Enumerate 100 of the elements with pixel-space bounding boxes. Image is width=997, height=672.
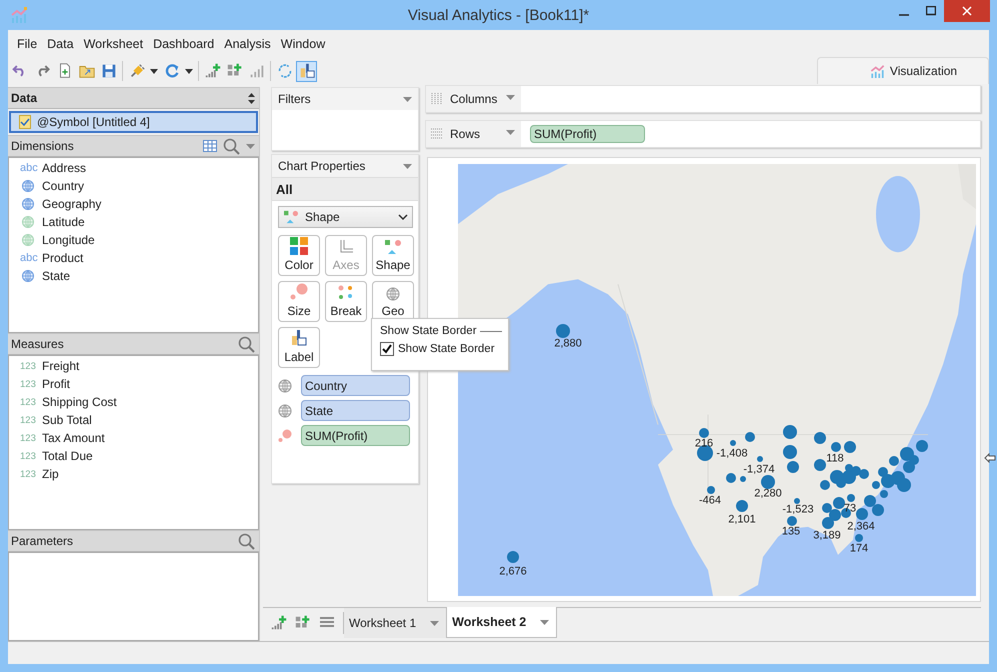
- measure-item[interactable]: 123 Zip: [9, 465, 258, 483]
- menu-item[interactable]: File: [12, 37, 42, 51]
- worksheet-tab[interactable]: Worksheet 1: [344, 608, 446, 638]
- type-tag: 123: [20, 450, 37, 462]
- value-label: 73: [844, 504, 856, 514]
- menu-item[interactable]: Analysis: [219, 37, 276, 51]
- resize-arrow-icon[interactable]: [984, 453, 996, 463]
- measure-item[interactable]: 123 Total Due: [9, 447, 258, 465]
- shape-property-button[interactable]: Shape: [372, 235, 414, 276]
- panel-title: Filters: [278, 92, 311, 106]
- label-property-button[interactable]: Label: [278, 327, 320, 368]
- panel-title: Data: [11, 91, 38, 105]
- field-pill[interactable]: SUM(Profit): [530, 125, 645, 143]
- shapes-icon: [384, 239, 402, 255]
- app-logo-icon: [10, 6, 28, 24]
- dimension-item[interactable]: Geography: [9, 195, 258, 213]
- caret-icon: [540, 620, 550, 624]
- table-icon[interactable]: [203, 140, 217, 152]
- panel-title: Measures: [11, 337, 64, 351]
- dimension-item[interactable]: State: [9, 267, 258, 285]
- measure-item[interactable]: 123 Freight: [9, 357, 258, 375]
- save-icon: [100, 62, 118, 80]
- value-label: -1,523: [782, 504, 814, 516]
- menu-item[interactable]: Worksheet: [78, 37, 148, 51]
- panel-title: Dimensions: [11, 139, 74, 153]
- dimension-item[interactable]: Longitude: [9, 231, 258, 249]
- sort-arrows-icon[interactable]: [248, 92, 255, 104]
- shelf-label: Rows: [426, 121, 521, 147]
- data-source-item[interactable]: @Symbol [Untitled 4]: [9, 111, 258, 133]
- minimize-icon: [898, 14, 908, 16]
- field-pill[interactable]: State: [301, 400, 410, 421]
- close-button[interactable]: [944, 0, 990, 22]
- popup-title: Show State Border: [380, 325, 477, 337]
- search-icon[interactable]: [223, 138, 240, 154]
- worksheet-tab[interactable]: Worksheet 2: [446, 607, 558, 638]
- measure-item[interactable]: 123 Sub Total: [9, 411, 258, 429]
- dropdown-caret-icon: [403, 164, 412, 168]
- panel-title: Parameters: [11, 534, 74, 548]
- globe-icon: [386, 287, 400, 301]
- dropdown-caret-icon: [506, 95, 515, 100]
- measure-item[interactable]: 123 Shipping Cost: [9, 393, 258, 411]
- field-pill[interactable]: SUM(Profit): [301, 425, 410, 446]
- menu-item[interactable]: Data: [42, 37, 79, 51]
- dropdown-caret-icon: [403, 96, 412, 102]
- search-icon[interactable]: [238, 336, 255, 352]
- menu-item[interactable]: Dashboard: [148, 37, 220, 51]
- close-icon: [962, 6, 972, 16]
- type-tag: 123: [20, 378, 37, 390]
- value-label: 2,364: [847, 522, 875, 532]
- value-label: 216: [694, 438, 714, 450]
- size-dots-icon: [278, 428, 292, 442]
- type-tag: abc: [20, 252, 37, 264]
- globe-icon: [22, 270, 34, 282]
- size-property-button[interactable]: Size: [278, 281, 320, 322]
- visualization-tab[interactable]: Visualization: [817, 57, 989, 84]
- color-property-button[interactable]: Color: [278, 235, 320, 276]
- globe-icon: [278, 404, 292, 418]
- dimension-item[interactable]: abc Address: [9, 159, 258, 177]
- caret-icon: [185, 68, 193, 74]
- state-border-checkbox[interactable]: Show State Border: [380, 342, 502, 356]
- value-label: 2,880: [554, 338, 582, 350]
- shelf-label: Columns: [426, 86, 521, 112]
- value-label: 118: [826, 454, 844, 464]
- checklist-icon: [19, 115, 31, 129]
- list-icon: [319, 616, 335, 630]
- measure-item[interactable]: 123 Tax Amount: [9, 429, 258, 447]
- value-label: 2,676: [499, 566, 527, 578]
- label-chart-icon: [291, 329, 307, 347]
- label-view-button[interactable]: [296, 60, 317, 82]
- value-label: -1,408: [716, 448, 748, 460]
- maximize-icon: [926, 6, 936, 16]
- dropdown-caret-icon: [506, 130, 515, 135]
- search-icon[interactable]: [238, 532, 255, 550]
- field-pill[interactable]: Country: [301, 375, 410, 396]
- dimension-item[interactable]: Latitude: [9, 213, 258, 231]
- add-chart-button[interactable]: [270, 614, 288, 632]
- measure-item[interactable]: 123 Profit: [9, 375, 258, 393]
- type-tag: 123: [20, 396, 37, 408]
- mark-type-dropdown[interactable]: Shape: [278, 206, 413, 228]
- dimension-item[interactable]: Country: [9, 177, 258, 195]
- globe-icon: [22, 216, 34, 228]
- menu-item[interactable]: Window: [276, 37, 330, 51]
- type-tag: 123: [20, 468, 37, 480]
- window-title: Visual Analytics - [Book11]*: [408, 7, 590, 24]
- globe-icon: [278, 378, 292, 392]
- data-bubble[interactable]: [697, 445, 713, 461]
- shelf-icon: [430, 92, 444, 106]
- type-tag: abc: [20, 162, 37, 174]
- dimension-item[interactable]: abc Product: [9, 249, 258, 267]
- dropdown-caret-icon[interactable]: [246, 144, 255, 148]
- caret-icon: [430, 620, 440, 626]
- chevron-down-icon: [398, 214, 408, 220]
- value-label: 3,189: [813, 530, 841, 542]
- globe-icon: [22, 234, 34, 246]
- value-label: 174: [850, 544, 868, 554]
- scatter-dots-icon: [338, 285, 354, 301]
- chart-icon: [868, 64, 886, 78]
- axes-icon: [338, 239, 354, 255]
- break-property-button[interactable]: Break: [325, 281, 367, 322]
- type-tag: 123: [20, 432, 37, 444]
